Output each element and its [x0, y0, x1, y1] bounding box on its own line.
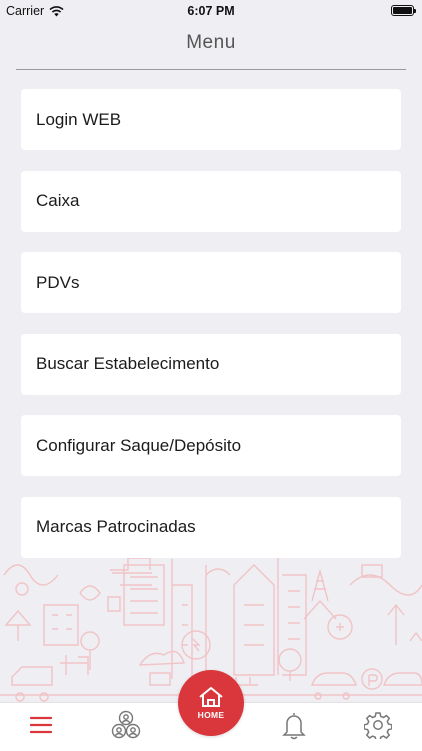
menu-icon — [30, 716, 52, 734]
menu-item-configurar-saque-deposito[interactable]: Configurar Saque/Depósito — [21, 415, 401, 476]
home-label: HOME — [197, 710, 225, 720]
tab-settings[interactable] — [358, 707, 398, 743]
menu-item-login-web[interactable]: Login WEB — [21, 89, 401, 150]
menu-item-label: Caixa — [36, 191, 80, 210]
battery-icon — [391, 5, 416, 16]
page-title: Menu — [186, 32, 236, 53]
gear-icon — [364, 712, 392, 739]
tab-menu[interactable] — [21, 707, 61, 743]
status-bar: Carrier 6:07 PM — [0, 0, 422, 22]
home-button[interactable]: HOME — [178, 670, 244, 736]
menu-list: Login WEB Caixa PDVs Buscar Estabelecime… — [21, 89, 401, 578]
menu-item-caixa[interactable]: Caixa — [21, 170, 401, 232]
header-divider — [16, 69, 406, 70]
menu-item-label: Login WEB — [36, 109, 122, 129]
bell-icon — [282, 713, 306, 740]
home-icon — [199, 686, 223, 707]
menu-item-label: Marcas Patrocinadas — [36, 517, 196, 536]
status-time: 6:07 PM — [187, 4, 235, 18]
menu-item-pdvs[interactable]: PDVs — [21, 252, 401, 313]
menu-item-buscar-estabelecimento[interactable]: Buscar Estabelecimento — [21, 333, 401, 395]
people-icon — [111, 710, 141, 739]
tab-notifications[interactable] — [274, 707, 314, 743]
menu-item-label: PDVs — [36, 272, 80, 292]
tab-people[interactable] — [106, 707, 146, 743]
menu-item-label: Buscar Estabelecimento — [36, 354, 220, 373]
menu-item-label: Configurar Saque/Depósito — [36, 435, 242, 455]
menu-item-marcas-patrocinadas[interactable]: Marcas Patrocinadas — [21, 496, 401, 558]
